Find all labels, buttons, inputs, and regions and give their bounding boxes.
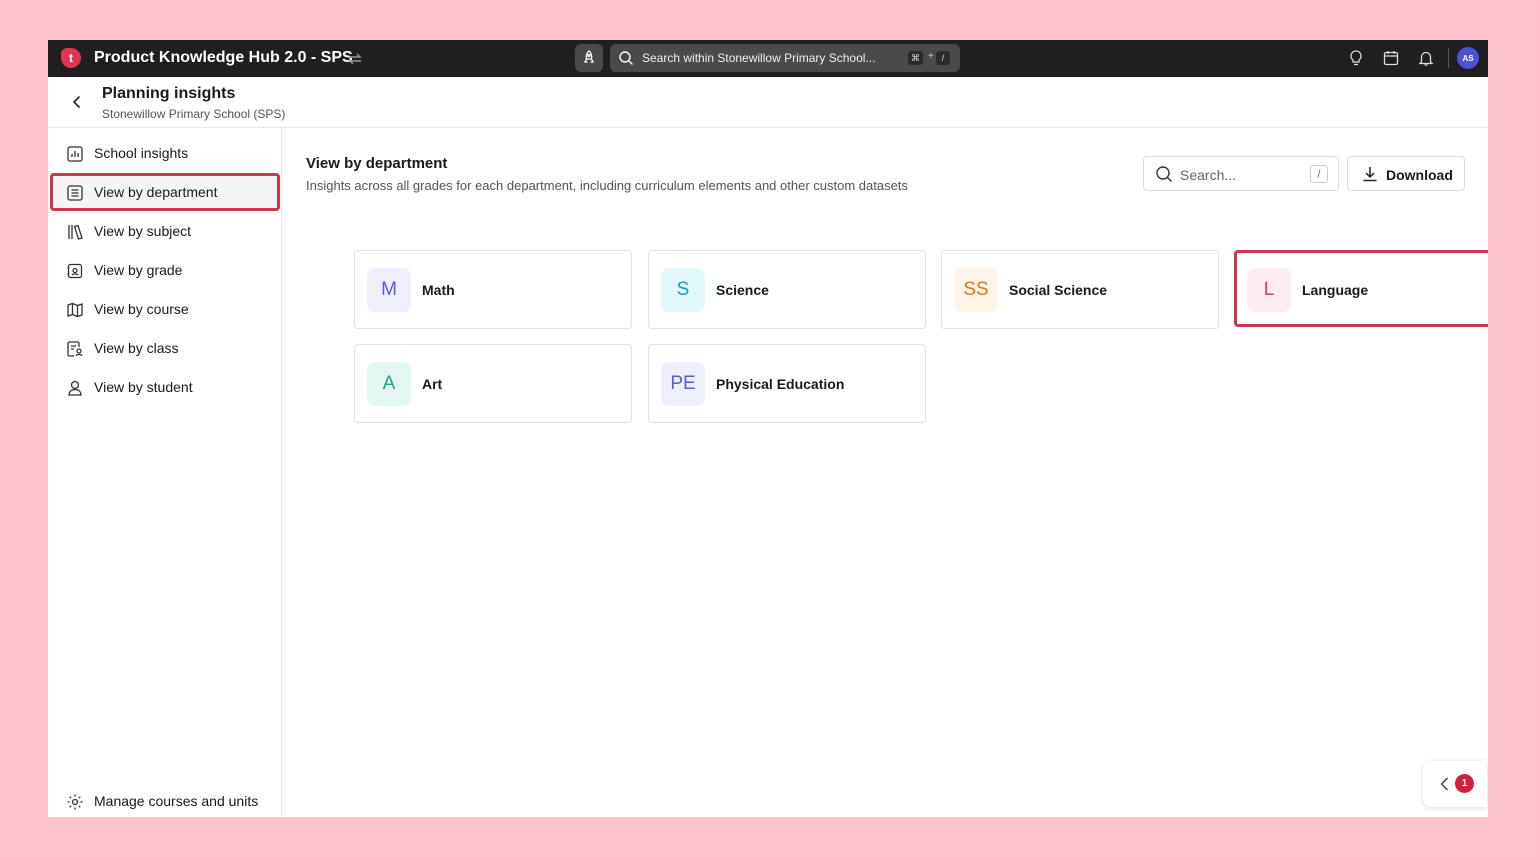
global-search-placeholder: Search within Stonewillow Primary School… (642, 51, 876, 65)
main-content: View by department Insights across all g… (282, 128, 1488, 817)
back-arrow-icon[interactable] (68, 93, 86, 111)
department-badge: L (1247, 268, 1291, 312)
sidebar-item-manage-courses[interactable]: Manage courses and units (50, 782, 280, 817)
app-window: t Product Knowledge Hub 2.0 - SPS Search… (48, 40, 1488, 817)
department-card-physical-education[interactable]: PE Physical Education (648, 344, 926, 423)
department-name: Art (422, 376, 443, 392)
department-card-science[interactable]: S Science (648, 250, 926, 329)
department-card-social-science[interactable]: SS Social Science (941, 250, 1219, 329)
department-name: Math (422, 282, 455, 298)
section-description: Insights across all grades for each depa… (306, 178, 908, 193)
department-name: Language (1302, 282, 1369, 298)
class-icon (67, 341, 83, 357)
sidebar-item-label: View by grade (94, 262, 183, 278)
sidebar-item-label: View by department (94, 184, 218, 200)
sidebar-footer-label: Manage courses and units (94, 793, 259, 809)
calendar-icon[interactable] (1382, 49, 1400, 67)
global-search-input[interactable]: Search within Stonewillow Primary School… (610, 44, 960, 72)
rocket-icon (583, 50, 595, 63)
top-bar: t Product Knowledge Hub 2.0 - SPS Search… (48, 40, 1488, 77)
department-name: Physical Education (716, 376, 845, 392)
switch-icon[interactable] (346, 50, 364, 68)
department-card-math[interactable]: M Math (354, 250, 632, 329)
department-card-language[interactable]: L Language (1234, 250, 1488, 327)
sidebar-item-view-by-course[interactable]: View by course (50, 290, 280, 328)
notifications-panel-toggle[interactable]: 1 (1423, 761, 1487, 807)
map-icon (67, 302, 83, 318)
rocket-button[interactable] (575, 44, 603, 72)
section-title: View by department (306, 155, 448, 172)
department-card-art[interactable]: A Art (354, 344, 632, 423)
department-name: Science (716, 282, 769, 298)
page-subtitle: Stonewillow Primary School (SPS) (102, 107, 286, 121)
chevron-left-icon (1440, 777, 1449, 791)
gear-icon (67, 794, 83, 810)
search-shortcut-key: / (1310, 165, 1328, 183)
bell-icon[interactable] (1417, 49, 1435, 67)
topbar-divider (1448, 48, 1449, 68)
search-icon (1156, 166, 1172, 182)
shortcut-plus: + (928, 51, 934, 62)
grade-icon (67, 263, 83, 279)
sidebar-item-label: View by course (94, 301, 189, 317)
sidebar-item-view-by-subject[interactable]: View by subject (50, 212, 280, 250)
list-icon (67, 185, 83, 201)
department-badge: PE (661, 362, 705, 406)
department-name: Social Science (1009, 282, 1108, 298)
department-badge: SS (954, 268, 998, 312)
download-button[interactable]: Download (1347, 156, 1465, 191)
books-icon (68, 224, 83, 240)
app-logo[interactable]: t (61, 48, 81, 68)
notification-count-badge: 1 (1455, 774, 1474, 793)
lightbulb-icon[interactable] (1347, 49, 1365, 67)
search-placeholder: Search... (1180, 167, 1237, 183)
search-icon (619, 51, 633, 65)
sidebar-item-label: View by student (94, 379, 193, 395)
department-badge: M (367, 268, 411, 312)
download-label: Download (1386, 167, 1453, 183)
bar-chart-icon (67, 146, 83, 162)
sidebar: School insights View by department View … (48, 128, 282, 817)
download-icon (1363, 167, 1377, 182)
sidebar-item-view-by-student[interactable]: View by student (50, 368, 280, 406)
sidebar-item-label: View by class (94, 340, 179, 356)
sidebar-item-view-by-grade[interactable]: View by grade (50, 251, 280, 289)
sidebar-item-label: View by subject (94, 223, 192, 239)
shortcut-cmd-key: ⌘ (908, 51, 923, 65)
sidebar-item-view-by-department[interactable]: View by department (50, 173, 280, 211)
shortcut-slash-key: / (936, 51, 950, 65)
app-title[interactable]: Product Knowledge Hub 2.0 - SPS (94, 49, 353, 67)
sidebar-item-label: School insights (94, 145, 189, 161)
sidebar-item-school-insights[interactable]: School insights (50, 134, 280, 172)
page-title: Planning insights (102, 85, 236, 102)
department-badge: A (367, 362, 411, 406)
page-header: Planning insights Stonewillow Primary Sc… (48, 77, 1488, 128)
department-badge: S (661, 268, 705, 312)
department-search-input[interactable]: Search... / (1143, 156, 1339, 191)
student-icon (68, 380, 82, 396)
avatar[interactable]: AS (1457, 47, 1479, 69)
sidebar-item-view-by-class[interactable]: View by class (50, 329, 280, 367)
